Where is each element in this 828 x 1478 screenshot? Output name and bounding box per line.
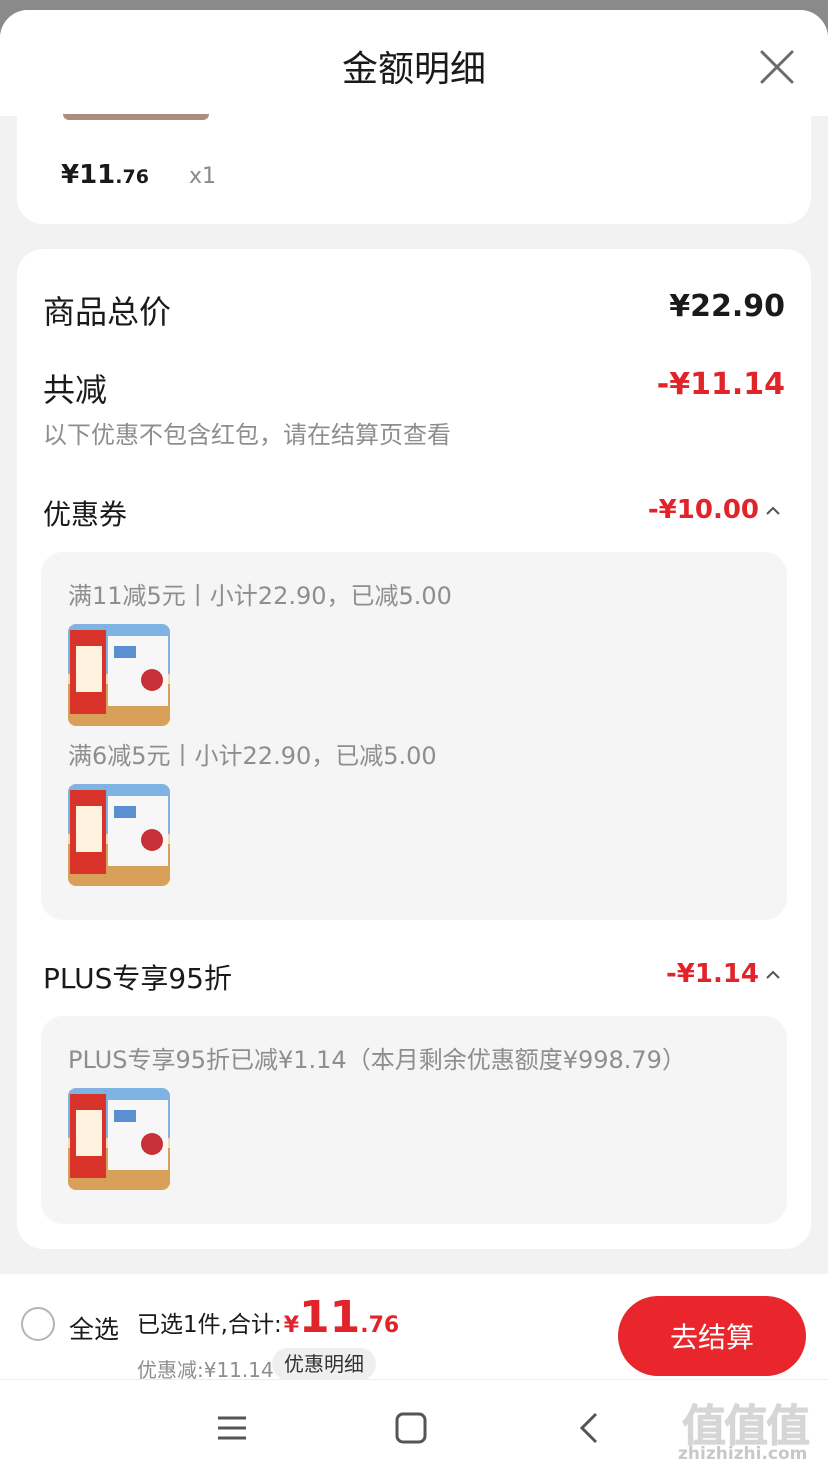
select-all-label[interactable]: 全选 bbox=[69, 1310, 119, 1346]
product-thumbnail bbox=[68, 624, 170, 726]
checkout-button[interactable]: 去结算 bbox=[618, 1296, 806, 1376]
item-thumbnail bbox=[63, 114, 209, 120]
plus-toggle[interactable]: -¥1.14 bbox=[666, 959, 781, 989]
plus-section-label: PLUS专享95折 bbox=[43, 962, 232, 995]
selected-count-label: 已选1件,合计: bbox=[137, 1312, 282, 1338]
coupon-detail-box: 满11减5元丨小计22.90，已减5.00 满6减5元丨小计22.90，已减5.… bbox=[41, 552, 787, 920]
product-thumbnail bbox=[68, 1088, 170, 1190]
home-icon[interactable] bbox=[391, 1408, 431, 1448]
select-all-radio[interactable] bbox=[21, 1307, 55, 1341]
amount-detail-sheet: 金额明细 ¥11.76 x1 商品总价 ¥22.90 共减 -¥11.14 以下… bbox=[0, 10, 828, 1478]
total-currency: ¥ bbox=[283, 1313, 300, 1338]
goods-total-label: 商品总价 bbox=[43, 293, 172, 331]
checkout-bar: 全选 已选1件,合计: ¥ 11 .76 优惠减:¥11.14 优惠明细 去结算 bbox=[0, 1274, 828, 1382]
site-watermark: 值值值 zhizhizhi.com bbox=[676, 1390, 821, 1472]
plus-section-value: -¥1.14 bbox=[665, 959, 759, 989]
close-icon[interactable] bbox=[752, 42, 802, 92]
coupon-section-label: 优惠券 bbox=[43, 498, 128, 531]
sheet-header: 金额明细 bbox=[0, 10, 828, 116]
plus-entry-text: PLUS专享95折已减¥1.14（本月剩余优惠额度¥998.79） bbox=[68, 1046, 686, 1074]
sheet-title: 金额明细 bbox=[341, 49, 486, 90]
chevron-up-icon bbox=[765, 968, 781, 980]
goods-total-value: ¥22.90 bbox=[669, 289, 785, 324]
total-amount-int: 11 bbox=[299, 1292, 361, 1343]
item-card: ¥11.76 x1 bbox=[17, 114, 811, 224]
watermark-text: zhizhizhi.com bbox=[678, 1444, 808, 1464]
back-icon[interactable] bbox=[570, 1408, 610, 1448]
price-breakdown-card: 商品总价 ¥22.90 共减 -¥11.14 以下优惠不包含红包，请在结算页查看… bbox=[17, 249, 811, 1249]
total-amount-dec: .76 bbox=[360, 1313, 400, 1338]
plus-detail-box: PLUS专享95折已减¥1.14（本月剩余优惠额度¥998.79） bbox=[41, 1016, 787, 1224]
coupon-toggle[interactable]: -¥10.00 bbox=[648, 495, 781, 525]
discount-detail-button[interactable]: 优惠明细 bbox=[272, 1348, 376, 1380]
item-price: ¥11.76 bbox=[61, 160, 149, 190]
reduction-note: 以下优惠不包含红包，请在结算页查看 bbox=[43, 421, 451, 449]
menu-icon[interactable] bbox=[212, 1408, 252, 1448]
item-quantity: x1 bbox=[189, 164, 217, 189]
coupon-entry-text: 满6减5元丨小计22.90，已减5.00 bbox=[68, 742, 437, 770]
product-thumbnail bbox=[68, 784, 170, 886]
total-reduction-label: 共减 bbox=[43, 371, 108, 409]
coupon-entry-text: 满11减5元丨小计22.90，已减5.00 bbox=[68, 582, 452, 610]
total-line: 已选1件,合计: ¥ 11 .76 bbox=[137, 1296, 399, 1340]
coupon-section-value: -¥10.00 bbox=[647, 495, 759, 525]
total-reduction-value: -¥11.14 bbox=[656, 367, 785, 402]
chevron-up-icon bbox=[765, 504, 781, 516]
